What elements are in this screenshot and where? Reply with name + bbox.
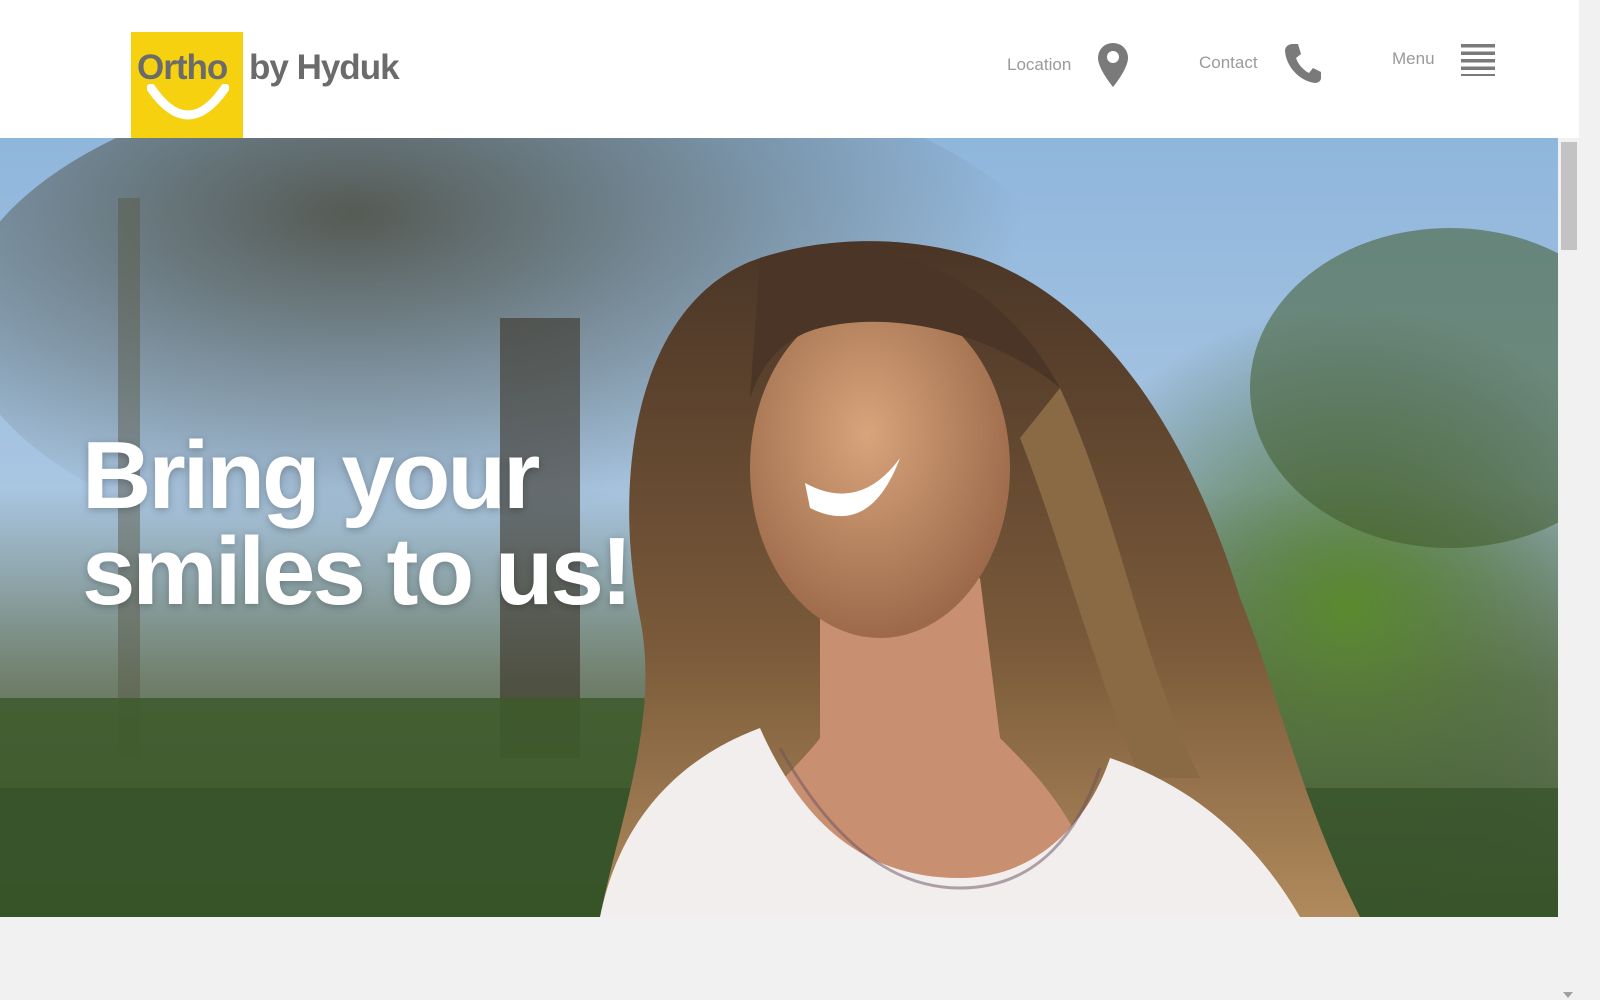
- nav-location-label: Location: [1007, 55, 1072, 74]
- logo-badge: Ortho: [131, 32, 243, 138]
- site-header: Ortho by Hyduk Location Contact Menu: [0, 0, 1579, 138]
- map-pin-icon: [1098, 43, 1129, 87]
- hero-headline: Bring your smiles to us!: [82, 422, 633, 625]
- smile-icon: [147, 84, 229, 120]
- logo-word: Ortho: [137, 48, 228, 87]
- hero-headline-line2: smiles to us!: [82, 518, 633, 625]
- nav-location[interactable]: Location: [1007, 42, 1129, 88]
- scrollbar-thumb[interactable]: [1561, 142, 1577, 250]
- page: Ortho by Hyduk Location Contact Menu Bri…: [0, 0, 1600, 1000]
- site-logo[interactable]: Ortho by Hyduk: [131, 32, 400, 138]
- nav-menu-label: Menu: [1392, 49, 1435, 68]
- page-scrollbar[interactable]: [1558, 138, 1579, 1000]
- phone-icon: [1284, 44, 1321, 83]
- nav-contact[interactable]: Contact: [1199, 42, 1322, 84]
- hero-headline-line1: Bring your: [82, 422, 540, 529]
- nav-menu[interactable]: Menu: [1392, 42, 1495, 76]
- nav-contact-label: Contact: [1199, 53, 1258, 72]
- hamburger-icon: [1460, 44, 1495, 76]
- hero-banner: Bring your smiles to us!: [0, 138, 1558, 917]
- logo-suffix: by Hyduk: [249, 48, 400, 87]
- scroll-down-arrow-icon[interactable]: [1563, 992, 1573, 998]
